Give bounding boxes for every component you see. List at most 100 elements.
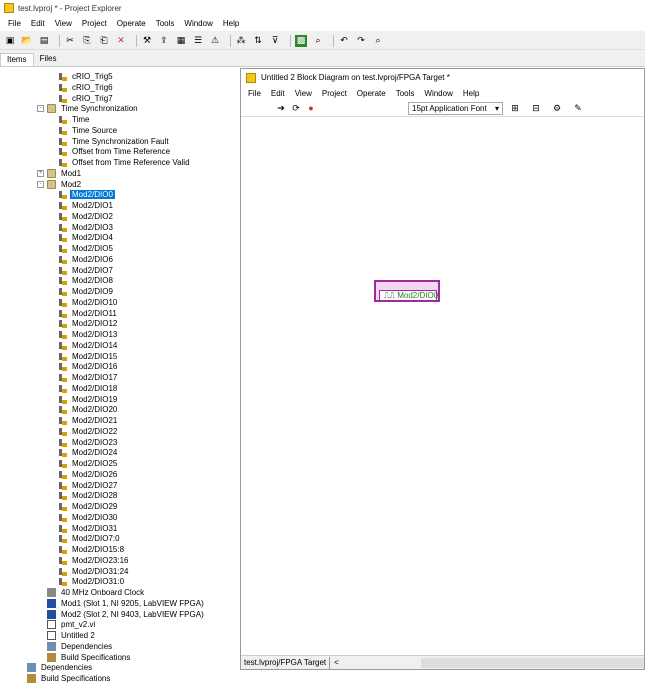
scroll-left-button[interactable]: < (330, 658, 343, 667)
tree-item[interactable]: Mod2/DIO27 (58, 480, 119, 491)
tree-item[interactable]: Time Source (58, 125, 119, 136)
menu-tools[interactable]: Tools (151, 19, 180, 28)
tree-item[interactable]: Offset from Time Reference (58, 146, 172, 157)
tree-item[interactable]: Mod2/DIO23 (58, 437, 119, 448)
menu-help[interactable]: Help (218, 19, 244, 28)
delete-icon[interactable]: ✕ (115, 35, 127, 47)
paste-icon[interactable]: ⎗ (98, 35, 110, 47)
tree-item[interactable]: Mod1 (Slot 1, NI 9205, LabVIEW FPGA) (47, 598, 206, 609)
tree-item[interactable]: Mod2/DIO10 (58, 297, 119, 308)
tree-item[interactable]: Mod2/DIO14 (58, 340, 119, 351)
tree-item[interactable]: Mod2/DIO29 (58, 501, 119, 512)
tree-item[interactable]: Mod2/DIO15:8 (58, 544, 126, 555)
copy-icon[interactable]: ⎘ (81, 35, 93, 47)
menu-project[interactable]: Project (77, 19, 112, 28)
abort-icon[interactable]: ● (305, 102, 317, 114)
cut-icon[interactable]: ✂ (64, 35, 76, 47)
tree-item[interactable]: Mod2/DIO16 (58, 361, 119, 372)
bd-menu-help[interactable]: Help (458, 89, 484, 98)
menu-operate[interactable]: Operate (112, 19, 151, 28)
menu-view[interactable]: View (50, 19, 77, 28)
tree-item[interactable]: Mod2/DIO26 (58, 469, 119, 480)
tree-item[interactable]: Mod2/DIO0 (58, 189, 115, 200)
deploy-icon[interactable]: ⇪ (158, 35, 170, 47)
view-icon[interactable]: ▦ (175, 35, 187, 47)
new-icon[interactable]: ▣ (4, 35, 16, 47)
build-icon[interactable]: ⚒ (141, 35, 153, 47)
bd-menu-tools[interactable]: Tools (391, 89, 420, 98)
bd-menu-window[interactable]: Window (419, 89, 457, 98)
tree-item[interactable]: pmt_v2.vi (47, 619, 97, 630)
tree-item[interactable]: Mod2/DIO22 (58, 426, 119, 437)
tree-item[interactable]: Untitled 2 (47, 630, 97, 641)
tree-item[interactable]: Mod2/DIO19 (58, 394, 119, 405)
align-objects-icon[interactable]: ⊞ (509, 102, 521, 114)
tree-item[interactable]: Mod2/DIO3 (58, 222, 115, 233)
tree-item[interactable]: Mod2/DIO12 (58, 318, 119, 329)
tree-item[interactable]: Mod2/DIO2 (58, 211, 115, 222)
tree-item[interactable]: Mod2/DIO18 (58, 383, 119, 394)
tree-item[interactable]: Build Specifications (47, 652, 132, 663)
tree-item[interactable]: Mod2/DIO5 (58, 243, 115, 254)
distribute-objects-icon[interactable]: ⊟ (530, 102, 542, 114)
menu-edit[interactable]: Edit (26, 19, 50, 28)
tree-item[interactable]: Mod2/DIO21 (58, 415, 119, 426)
block-diagram-canvas[interactable]: ⎍⎍ Mod2/DIO0 (241, 119, 644, 656)
tree-item[interactable]: Mod2/DIO24 (58, 447, 119, 458)
tab-items[interactable]: Items (0, 53, 34, 66)
tree-item[interactable]: Mod2/DIO7:0 (58, 533, 122, 544)
tree-item[interactable]: Dependencies (27, 662, 94, 673)
tree-item[interactable]: Build Specifications (27, 673, 112, 684)
bd-menu-file[interactable]: File (243, 89, 266, 98)
tree-item[interactable]: Time Synchronization Fault (58, 136, 171, 147)
menu-window[interactable]: Window (179, 19, 217, 28)
reorder-icon[interactable]: ⚙ (551, 102, 563, 114)
cleanup-diagram-icon[interactable]: ✎ (572, 102, 584, 114)
group-icon[interactable]: ⁂ (235, 35, 247, 47)
tree-item[interactable]: + Mod1 (37, 168, 83, 179)
io-node-item[interactable]: ⎍⎍ Mod2/DIO0 (379, 290, 438, 301)
sort-icon[interactable]: ⇅ (252, 35, 264, 47)
tree-item[interactable]: Mod2/DIO15 (58, 351, 119, 362)
tree-item[interactable]: Mod2 (Slot 2, NI 9403, LabVIEW FPGA) (47, 609, 206, 620)
tree-item[interactable]: Mod2/DIO8 (58, 275, 115, 286)
horizontal-scrollbar[interactable] (421, 658, 644, 668)
tab-files[interactable]: Files (34, 53, 63, 66)
tree-item[interactable]: cRIO_Trig7 (58, 93, 115, 104)
font-select[interactable]: 15pt Application Font ▾ (408, 101, 503, 115)
tree-item[interactable]: Mod2/DIO7 (58, 265, 115, 276)
tree-item[interactable]: Mod2/DIO31:24 (58, 566, 130, 577)
warning-icon[interactable]: ⚠ (209, 35, 221, 47)
bd-menu-project[interactable]: Project (317, 89, 352, 98)
tree-item[interactable]: Mod2/DIO6 (58, 254, 115, 265)
collapse-icon[interactable]: - (37, 180, 44, 188)
tree-item[interactable]: Mod2/DIO4 (58, 232, 115, 243)
bd-menu-operate[interactable]: Operate (352, 89, 391, 98)
tree-item[interactable]: cRIO_Trig5 (58, 71, 115, 82)
fpga-io-node[interactable]: ⎍⎍ Mod2/DIO0 (374, 280, 440, 302)
search-icon[interactable]: ⌕ (372, 35, 384, 47)
tree-item[interactable]: - Mod2 (37, 179, 83, 190)
tree-item[interactable]: - Time Synchronization (37, 103, 140, 114)
expand-icon[interactable]: + (37, 169, 44, 177)
collapse-icon[interactable]: - (37, 105, 44, 113)
tree-item[interactable]: Mod2/DIO23:16 (58, 555, 130, 566)
tree-item[interactable]: Time (58, 114, 91, 125)
bd-menu-edit[interactable]: Edit (266, 89, 290, 98)
tree-item[interactable]: Mod2/DIO28 (58, 490, 119, 501)
tree-item[interactable]: Mod2/DIO31:0 (58, 576, 126, 587)
bd-menu-view[interactable]: View (290, 89, 317, 98)
tree-item[interactable]: Mod2/DIO20 (58, 404, 119, 415)
tree-item[interactable]: cRIO_Trig6 (58, 82, 115, 93)
tree-item[interactable]: Mod2/DIO31 (58, 523, 119, 534)
tree-item[interactable]: Mod2/DIO25 (58, 458, 119, 469)
redo-icon[interactable]: ↷ (355, 35, 367, 47)
fpga-icon[interactable]: ▩ (295, 34, 307, 47)
tree-item[interactable]: Mod2/DIO13 (58, 329, 119, 340)
tree-item[interactable]: Mod2/DIO9 (58, 286, 115, 297)
tree-item[interactable]: Dependencies (47, 641, 114, 652)
undo-icon[interactable]: ↶ (338, 35, 350, 47)
tree-item[interactable]: Mod2/DIO11 (58, 308, 119, 319)
tree-item[interactable]: Mod2/DIO1 (58, 200, 115, 211)
properties-icon[interactable]: ☰ (192, 35, 204, 47)
